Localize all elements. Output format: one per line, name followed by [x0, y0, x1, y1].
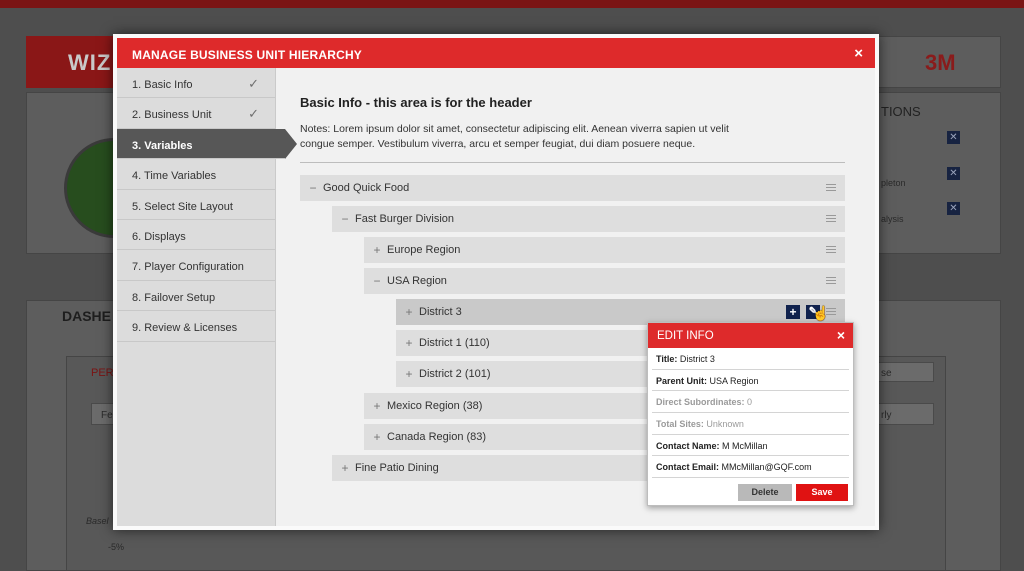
background-axis-label: Basel [86, 516, 109, 526]
background-axis-label: -5% [108, 542, 125, 552]
step-basic-info[interactable]: 1. Basic Info ✓ [117, 68, 275, 99]
background-brand-text: WIZ [68, 50, 112, 75]
tree-node-good-quick-food[interactable]: − Good Quick Food [300, 175, 845, 201]
background-remove-icon: ✕ [947, 131, 960, 144]
background-remove-icon: ✕ [947, 167, 960, 180]
step-label: 1. Basic Info [132, 79, 193, 91]
drag-handle-icon[interactable] [826, 277, 836, 284]
expand-icon[interactable]: + [372, 399, 382, 413]
tree-node-label: Fast Burger Division [355, 213, 455, 225]
step-failover-setup[interactable]: 8. Failover Setup [117, 281, 275, 312]
tree-node-europe-region[interactable]: + Europe Region [364, 237, 845, 263]
field-key: Title: [656, 354, 678, 364]
content-notes: Notes: Lorem ipsum dolor sit amet, conse… [300, 123, 729, 150]
field-contact-email[interactable]: Contact Email: MMcMillan@GQF.com [652, 456, 849, 479]
tree-node-label: Europe Region [387, 244, 461, 256]
step-variables[interactable]: 3. Variables [117, 128, 297, 160]
step-select-site-layout[interactable]: 5. Select Site Layout [117, 190, 275, 220]
field-key: Parent Unit: [656, 375, 708, 386]
divider [300, 162, 845, 163]
field-title[interactable]: Title: District 3 [652, 348, 849, 370]
background-item-text: pleton [881, 178, 906, 188]
step-review-licenses[interactable]: 9. Review & Licenses [117, 311, 275, 342]
add-child-button[interactable]: + [786, 305, 800, 319]
tree-node-label: District 3 [419, 306, 462, 318]
background-top-bar [0, 0, 1024, 8]
background-select-text: se [881, 368, 892, 379]
field-key: Total Sites: [656, 419, 704, 430]
checkmark-icon: ✓ [248, 76, 259, 91]
tree-node-label: Fine Patio Dining [355, 462, 439, 474]
field-value: M McMillan [722, 440, 768, 451]
modal-title: MANAGE BUSINESS UNIT HIERARCHY [132, 48, 363, 62]
step-label: 3. Variables [132, 139, 193, 152]
field-value: District 3 [679, 354, 715, 364]
edit-info-fields: Title: District 3 Parent Unit: USA Regio… [652, 348, 849, 479]
tree-node-label: District 2 (101) [419, 368, 491, 380]
background-3m-logo: 3M [925, 50, 956, 75]
tree-node-fast-burger-division[interactable]: − Fast Burger Division [332, 206, 845, 232]
modal-header: MANAGE BUSINESS UNIT HIERARCHY × [117, 38, 875, 68]
checkmark-icon: ✓ [248, 106, 259, 122]
step-label: 6. Displays [132, 230, 186, 243]
expand-icon[interactable]: + [404, 336, 414, 350]
background-dashboard-title: DASHE [62, 308, 112, 324]
edit-info-popup: EDIT INFO × Title: District 3 Parent Uni… [647, 322, 854, 506]
expand-icon[interactable]: + [372, 430, 382, 444]
background-remove-icon: ✕ [947, 202, 960, 215]
field-value: USA Region [709, 375, 759, 386]
drag-handle-icon[interactable] [826, 184, 836, 191]
step-player-configuration[interactable]: 7. Player Configuration [117, 250, 275, 281]
step-displays[interactable]: 6. Displays [117, 220, 275, 251]
hand-cursor-icon: ☝ [812, 305, 830, 321]
field-direct-subordinates: Direct Subordinates: 0 [652, 391, 849, 414]
edit-info-title: EDIT INFO [657, 330, 714, 342]
step-label: 9. Review & Licenses [132, 322, 238, 335]
edit-info-close-icon[interactable]: × [837, 327, 845, 343]
background-select-text: Fe [101, 410, 113, 421]
tree-node-usa-region[interactable]: − USA Region [364, 268, 845, 294]
expand-icon[interactable]: + [404, 305, 414, 319]
tree-node-label: USA Region [387, 275, 447, 287]
background-item-text: alysis [881, 214, 904, 224]
tree-node-label: Good Quick Food [323, 182, 410, 194]
drag-handle-icon[interactable] [826, 246, 836, 253]
edit-info-header: EDIT INFO × [648, 323, 853, 348]
field-key: Contact Name: [656, 440, 720, 451]
collapse-icon[interactable]: − [340, 212, 350, 226]
field-key: Direct Subordinates: [656, 397, 745, 408]
tree-node-label: Canada Region (83) [387, 431, 487, 443]
field-contact-name[interactable]: Contact Name: M McMillan [652, 435, 849, 457]
expand-icon[interactable]: + [340, 461, 350, 475]
field-total-sites: Total Sites: Unknown [652, 413, 849, 435]
field-parent-unit[interactable]: Parent Unit: USA Region [652, 370, 849, 392]
field-value: MMcMillan@GQF.com [721, 462, 812, 473]
step-business-unit[interactable]: 2. Business Unit ✓ [117, 98, 275, 129]
save-button[interactable]: Save [796, 484, 848, 501]
field-key: Contact Email: [656, 462, 720, 473]
drag-handle-icon[interactable] [826, 215, 836, 222]
modal-close-icon[interactable]: × [854, 45, 863, 62]
tree-node-label: District 1 (110) [419, 337, 490, 349]
expand-icon[interactable]: + [372, 243, 382, 257]
collapse-icon[interactable]: − [308, 181, 318, 195]
step-time-variables[interactable]: 4. Time Variables [117, 159, 275, 190]
step-label: 8. Failover Setup [132, 291, 216, 304]
tree-node-label: Mexico Region (38) [387, 400, 483, 412]
step-label: 7. Player Configuration [132, 261, 244, 274]
expand-icon[interactable]: + [404, 367, 414, 381]
delete-button[interactable]: Delete [738, 484, 792, 501]
wizard-steps: 1. Basic Info ✓ 2. Business Unit ✓ 3. Va… [117, 68, 297, 526]
field-value: 0 [747, 397, 753, 408]
step-label: 5. Select Site Layout [132, 200, 233, 213]
content-title: Basic Info - this area is for the header [300, 95, 532, 110]
field-value: Unknown [706, 419, 744, 430]
background-options-label: TIONS [881, 104, 921, 119]
step-label: 2. Business Unit [132, 109, 212, 122]
collapse-icon[interactable]: − [372, 274, 382, 288]
background-select-text: rly [881, 410, 892, 421]
step-label: 4. Time Variables [132, 170, 217, 183]
